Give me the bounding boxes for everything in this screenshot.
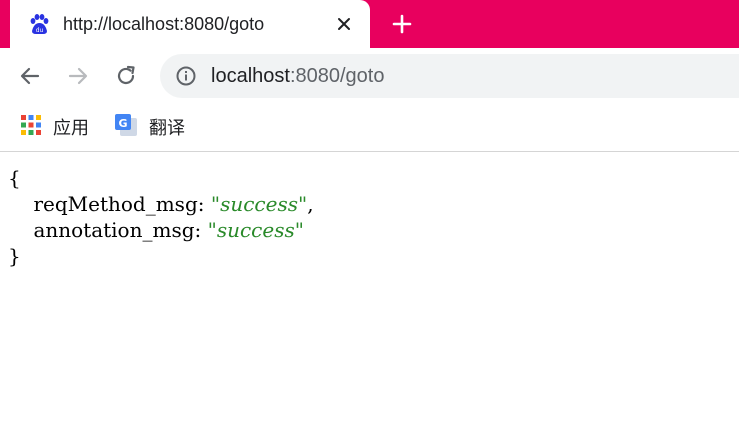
close-icon[interactable]	[332, 12, 356, 36]
active-tab[interactable]: du http://localhost:8080/goto	[10, 0, 370, 48]
browser-toolbar: localhost:8080/goto	[0, 48, 739, 104]
svg-text:du: du	[36, 27, 44, 34]
arrow-left-icon[interactable]	[16, 62, 44, 90]
json-value: success	[220, 192, 298, 216]
reload-icon[interactable]	[112, 62, 140, 90]
json-close-brace: }	[8, 244, 21, 268]
bookmark-translate[interactable]: G 翻译	[114, 113, 185, 142]
json-open-brace: {	[8, 166, 21, 190]
plus-icon[interactable]	[388, 10, 416, 38]
json-key: annotation_msg	[33, 218, 195, 242]
page-content: { reqMethod_msg: "success", annotation_m…	[0, 153, 739, 443]
baidu-paw-icon: du	[28, 13, 50, 35]
bookmark-apps[interactable]: 应用	[20, 114, 89, 140]
bookmark-label: 应用	[53, 118, 89, 138]
google-translate-icon: G	[114, 113, 138, 142]
url-host: localhost	[211, 65, 290, 87]
bookmark-label: 翻译	[149, 118, 185, 138]
svg-text:G: G	[118, 117, 127, 130]
url-text: localhost:8080/goto	[211, 65, 384, 87]
address-bar[interactable]: localhost:8080/goto	[160, 54, 739, 98]
tab-strip: du http://localhost:8080/goto	[0, 0, 739, 48]
json-response: { reqMethod_msg: "success", annotation_m…	[8, 165, 314, 269]
json-key: reqMethod_msg	[33, 192, 198, 216]
json-entry: annotation_msg: "success"	[33, 218, 304, 242]
url-path: :8080/goto	[289, 65, 385, 87]
tab-title: http://localhost:8080/goto	[63, 14, 265, 34]
json-entry: reqMethod_msg: "success",	[33, 192, 314, 216]
json-value: success	[216, 218, 295, 242]
arrow-right-icon[interactable]	[64, 62, 92, 90]
info-icon[interactable]	[175, 65, 197, 87]
apps-grid-icon	[20, 114, 42, 141]
bookmarks-bar: 应用 G 翻译	[0, 104, 739, 152]
